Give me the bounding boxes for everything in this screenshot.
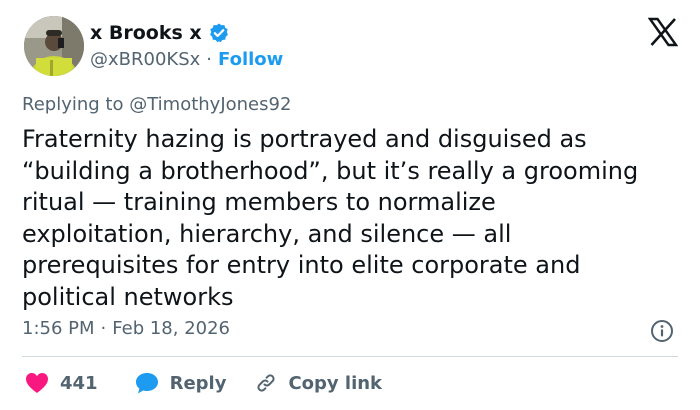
author-name-row: x Brooks x [90,20,230,46]
like-count: 441 [60,372,98,394]
divider [22,356,678,357]
action-bar: 441 Reply Copy link [24,370,382,396]
handle[interactable]: @xBR00KSx [90,48,200,72]
speech-bubble-icon [135,373,158,394]
tweet-time[interactable]: 1:56 PM [22,317,95,341]
reply-button[interactable]: Reply [134,371,227,395]
link-icon [257,374,276,392]
tweet-card: x Brooks x @xBR00KSx · Follow Replying t… [0,0,700,410]
heart-icon [26,373,48,393]
verified-badge-icon [208,22,230,44]
info-icon[interactable] [650,319,674,343]
timestamp[interactable]: 1:56 PM · Feb 18, 2026 [22,317,230,341]
reply-mention-link[interactable]: @TimothyJones92 [129,94,291,115]
separator-dot: · [206,49,213,70]
timestamp-separator: · [100,318,107,339]
copy-link-button[interactable]: Copy link [254,371,382,395]
follow-button[interactable]: Follow [218,48,283,72]
tweet-text: Fraternity hazing is portrayed and disgu… [22,125,639,311]
handle-row: @xBR00KSx · Follow [90,48,283,72]
x-logo-icon[interactable] [648,17,678,47]
reply-context: Replying to @TimothyJones92 [22,93,291,117]
avatar[interactable] [24,16,84,76]
reply-prefix: Replying to [22,94,124,115]
copy-link-label: Copy link [288,372,383,394]
display-name[interactable]: x Brooks x [90,20,202,46]
tweet-date[interactable]: Feb 18, 2026 [112,317,230,341]
like-button[interactable]: 441 [24,371,98,395]
reply-label: Reply [169,372,227,394]
avatar-photo [24,16,84,76]
